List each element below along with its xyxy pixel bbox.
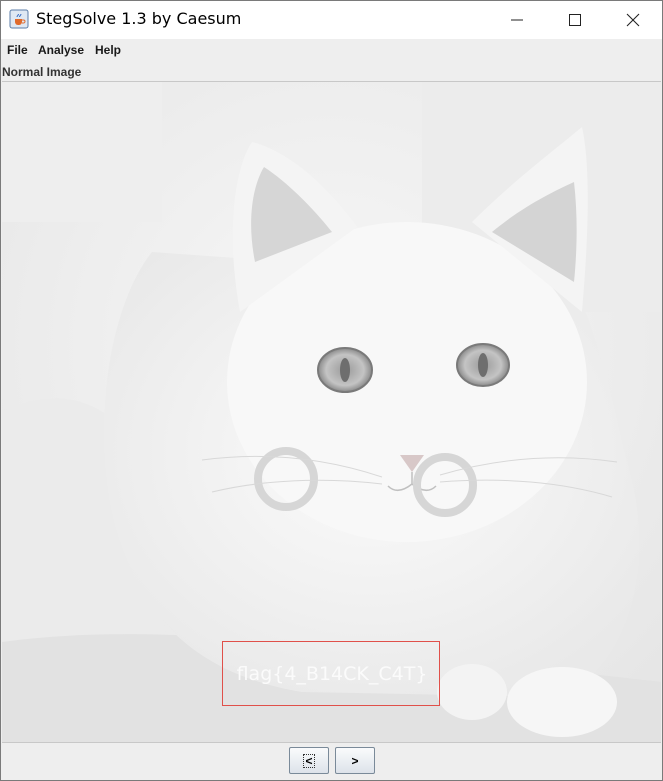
image-mode-label: Normal Image [2, 65, 82, 79]
menu-file[interactable]: File [7, 43, 28, 57]
close-button[interactable] [604, 1, 662, 39]
java-cup-icon [9, 9, 29, 29]
menu-bar: File Analyse Help [1, 39, 662, 63]
minimize-icon [511, 19, 523, 21]
previous-plane-button[interactable]: < [289, 747, 329, 774]
next-button-label: > [351, 754, 359, 768]
image-view: flag{4_B14CK_C4T} [2, 81, 661, 743]
maximize-icon [569, 14, 581, 26]
navigation-bar: < > [1, 743, 662, 780]
maximize-button[interactable] [546, 1, 604, 39]
next-plane-button[interactable]: > [335, 747, 375, 774]
window-title: StegSolve 1.3 by Caesum [36, 9, 242, 28]
menu-analyse[interactable]: Analyse [38, 43, 84, 57]
title-bar[interactable]: StegSolve 1.3 by Caesum [1, 1, 662, 39]
menu-help[interactable]: Help [95, 43, 121, 57]
flag-highlight-box [222, 641, 440, 706]
minimize-button[interactable] [488, 1, 546, 39]
close-icon [626, 13, 640, 27]
stegsolve-window: StegSolve 1.3 by Caesum File Analyse Hel… [0, 0, 663, 781]
previous-button-label: < [303, 754, 315, 768]
